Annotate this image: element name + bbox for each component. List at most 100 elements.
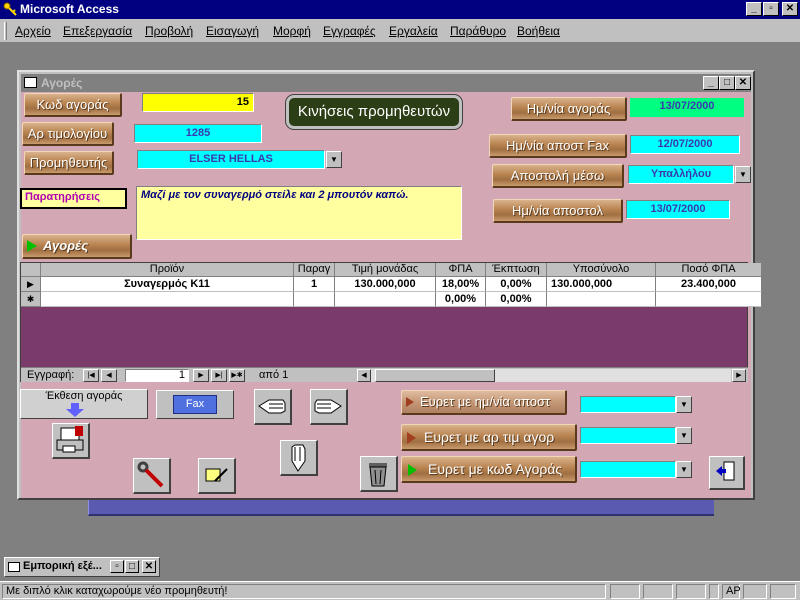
find-by-send-date-button[interactable]: Ευρετ με ημ/νία αποστ <box>401 390 567 415</box>
find-by-invoice-button[interactable]: Ευρετ με αρ τιμ αγορ <box>401 424 577 451</box>
menu-file[interactable]: Αρχείο <box>15 24 51 38</box>
supplier-label: Προμηθευτής <box>24 151 114 175</box>
previous-record-button[interactable]: ◀ <box>101 369 117 382</box>
send-method-dropdown-button[interactable]: ▼ <box>735 166 751 183</box>
column-header-discount[interactable]: Έκπτωση <box>486 263 547 277</box>
cell-product[interactable]: Συναγερμός Κ11 <box>41 277 294 292</box>
column-header-vat[interactable]: ΦΠΑ <box>436 263 486 277</box>
purchase-date-field[interactable]: 13/07/2000 <box>630 98 744 117</box>
purchase-report-button[interactable] <box>52 423 90 459</box>
new-cell-vat-amount[interactable] <box>656 292 762 307</box>
down-arrow-icon <box>66 403 84 417</box>
access-key-icon <box>3 2 17 16</box>
tools-button[interactable] <box>133 458 171 494</box>
cell-vat-amount[interactable]: 23.400,000 <box>656 277 762 292</box>
down-hand-button[interactable] <box>280 440 318 476</box>
form-maximize-button[interactable]: □ <box>719 76 735 90</box>
minimized-window-title: Εμπορική εξέ... <box>23 560 102 572</box>
delete-record-button[interactable] <box>360 456 398 492</box>
new-cell-vat[interactable]: 0,00% <box>436 292 486 307</box>
menu-tools[interactable]: Εργαλεία <box>389 24 438 38</box>
find-by-invoice-combo[interactable] <box>580 427 676 444</box>
previous-hand-button[interactable] <box>254 389 292 425</box>
hscroll-right-button[interactable]: ▶ <box>732 369 746 382</box>
menu-records[interactable]: Εγγραφές <box>323 24 376 38</box>
hscroll-thumb[interactable] <box>375 369 495 382</box>
record-number-field[interactable]: 1 <box>125 369 189 382</box>
supplier-movements-button[interactable]: Κινήσεις προμηθευτών <box>286 95 462 129</box>
send-method-label: Αποστολή μέσω <box>492 164 624 188</box>
column-header-vat-amount[interactable]: Ποσό ΦΠΑ <box>656 263 762 277</box>
form-icon <box>24 77 37 88</box>
new-record-button[interactable]: ▶✱ <box>229 369 245 382</box>
app-minimize-button[interactable]: _ <box>746 2 762 16</box>
purchase-code-field[interactable]: 15 <box>142 93 254 112</box>
column-header-subtotal[interactable]: Υποσύνολο <box>547 263 656 277</box>
minimized-window[interactable]: Εμπορική εξέ... ▫ □ ✕ <box>4 557 160 577</box>
last-record-button[interactable]: ▶| <box>211 369 227 382</box>
form-title: Αγορές <box>41 76 83 90</box>
menu-view[interactable]: Προβολή <box>145 24 193 38</box>
new-cell-product[interactable] <box>41 292 294 307</box>
column-header-unit-price[interactable]: Τιμή μονάδας <box>335 263 436 277</box>
notes-textbox[interactable]: Μαζί με τον συναγερμό στείλε και 2 μπουτ… <box>136 186 462 240</box>
send-method-combo[interactable]: Υπαλλήλου <box>628 165 734 184</box>
find-by-send-date-combo[interactable] <box>580 396 676 413</box>
menu-window[interactable]: Παράθυρο <box>450 24 506 38</box>
notes-label-frame: Παρατηρήσεις <box>20 188 127 209</box>
find-arrow-icon <box>407 432 416 444</box>
app-restore-button[interactable]: ▫ <box>763 2 779 16</box>
form-footer-bar <box>88 500 714 516</box>
record-count-label: από 1 <box>259 369 289 381</box>
cell-subtotal[interactable]: 130.000,000 <box>547 277 656 292</box>
app-title: Microsoft Access <box>20 2 119 16</box>
form-close-button[interactable]: ✕ <box>735 76 751 90</box>
minimized-maximize-button[interactable]: □ <box>125 560 139 573</box>
find-by-send-date-dropdown[interactable]: ▼ <box>676 396 692 413</box>
row-selector[interactable]: ▶ <box>21 277 41 292</box>
invoice-number-field[interactable]: 1285 <box>134 124 262 143</box>
find-by-code-combo[interactable] <box>580 461 676 478</box>
status-pane-2 <box>643 584 673 599</box>
cell-qty[interactable]: 1 <box>294 277 335 292</box>
purchases-button[interactable]: Αγορές <box>22 234 132 259</box>
next-hand-button[interactable] <box>310 389 348 425</box>
purchase-date-label: Ημ/νία αγοράς <box>511 97 627 121</box>
find-by-invoice-dropdown[interactable]: ▼ <box>676 427 692 444</box>
minimized-close-button[interactable]: ✕ <box>142 560 156 573</box>
report-print-icon <box>56 426 84 453</box>
play-arrow-icon <box>27 240 37 252</box>
find-arrow-icon <box>406 397 414 407</box>
find-by-code-button[interactable]: Ευρετ με κωδ Αγοράς <box>401 456 577 483</box>
supplier-dropdown-button[interactable]: ▼ <box>326 151 342 168</box>
supplier-combo[interactable]: ELSER HELLAS <box>137 150 325 169</box>
exit-form-button[interactable] <box>709 456 745 490</box>
column-header-qty[interactable]: Παραγ <box>294 263 335 277</box>
fax-date-field[interactable]: 12/07/2000 <box>630 135 740 154</box>
send-date-field[interactable]: 13/07/2000 <box>626 200 730 219</box>
first-record-button[interactable]: |◀ <box>83 369 99 382</box>
column-header-product[interactable]: Προϊόν <box>41 263 294 277</box>
menu-format[interactable]: Μορφή <box>273 24 311 38</box>
new-cell-discount[interactable]: 0,00% <box>486 292 547 307</box>
minimized-restore-button[interactable]: ▫ <box>110 560 124 573</box>
fax-button[interactable]: Fax <box>156 390 234 419</box>
new-cell-qty[interactable] <box>294 292 335 307</box>
cell-vat[interactable]: 18,00% <box>436 277 486 292</box>
hscroll-left-button[interactable]: ◀ <box>357 369 371 382</box>
next-record-button[interactable]: ▶ <box>193 369 209 382</box>
menu-edit[interactable]: Επεξεργασία <box>63 24 132 38</box>
edit-record-button[interactable] <box>198 458 236 494</box>
find-by-code-dropdown[interactable]: ▼ <box>676 461 692 478</box>
wrench-icon <box>137 461 164 488</box>
app-close-button[interactable]: ✕ <box>782 2 798 16</box>
menu-insert[interactable]: Εισαγωγή <box>206 24 259 38</box>
new-row-selector[interactable]: ✱ <box>21 292 41 307</box>
new-cell-unit-price[interactable] <box>335 292 436 307</box>
cell-discount[interactable]: 0,00% <box>486 277 547 292</box>
menu-help[interactable]: Βοήθεια <box>517 24 560 38</box>
cell-unit-price[interactable]: 130.000,000 <box>335 277 436 292</box>
form-minimize-button[interactable]: _ <box>703 76 719 90</box>
new-cell-subtotal[interactable] <box>547 292 656 307</box>
hscroll-track[interactable] <box>371 369 731 382</box>
